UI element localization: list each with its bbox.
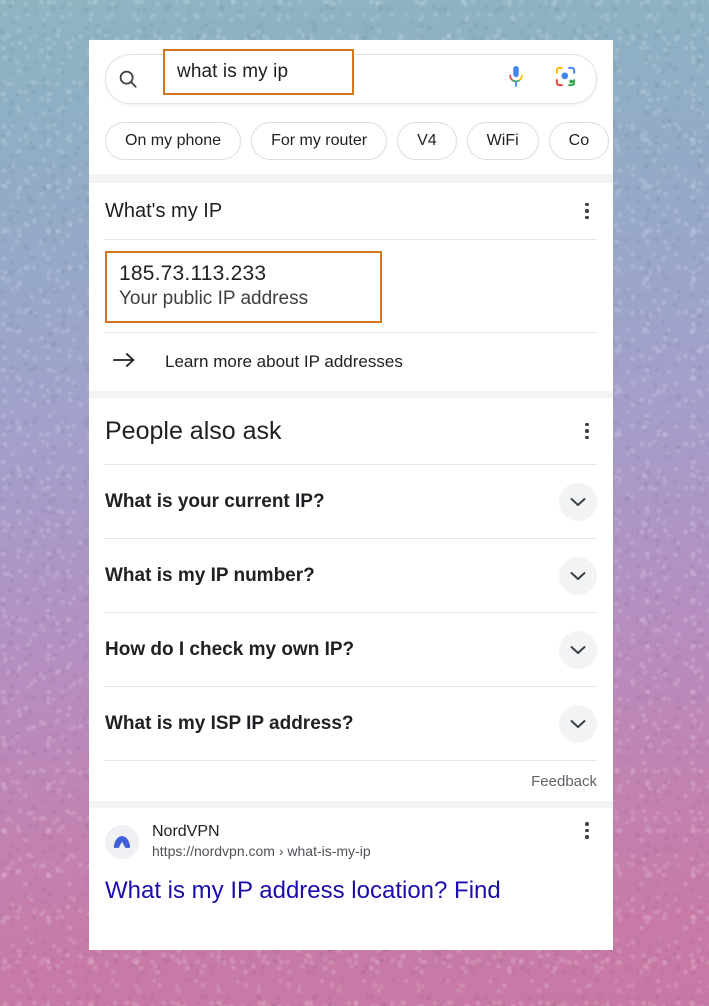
paa-question-label: What is my ISP IP address? bbox=[105, 712, 354, 734]
paa-question-2[interactable]: What is my IP number? bbox=[105, 539, 597, 612]
search-bar[interactable]: what is my ip bbox=[105, 49, 597, 104]
section-divider bbox=[89, 391, 613, 398]
paa-question-label: What is my IP number? bbox=[105, 564, 315, 586]
chip-label: Co bbox=[568, 132, 590, 149]
paa-question-4[interactable]: What is my ISP IP address? bbox=[105, 687, 597, 760]
chevron-down-icon[interactable] bbox=[559, 704, 597, 743]
ip-address-value: 185.73.113.233 bbox=[119, 262, 267, 285]
whats-my-ip-card: What's my IP 185.73.113.233 Your public … bbox=[89, 183, 613, 391]
chevron-down-icon[interactable] bbox=[559, 482, 597, 521]
ip-address-highlight: 185.73.113.233 Your public IP address bbox=[105, 251, 382, 323]
feedback-link[interactable]: Feedback bbox=[531, 773, 597, 790]
result-source-text: NordVPN https://nordvpn.com › what-is-my… bbox=[152, 822, 371, 862]
search-result-nordvpn: NordVPN https://nordvpn.com › what-is-my… bbox=[89, 808, 613, 906]
paa-question-1[interactable]: What is your current IP? bbox=[105, 465, 597, 538]
paa-title: People also ask bbox=[105, 416, 282, 445]
three-dot-menu-icon[interactable] bbox=[577, 202, 597, 220]
card-header: What's my IP bbox=[105, 183, 597, 239]
chip-for-my-router[interactable]: For my router bbox=[251, 122, 388, 160]
search-icon bbox=[106, 68, 150, 90]
search-bar-container: what is my ip bbox=[89, 40, 613, 116]
learn-more-link[interactable]: Learn more about IP addresses bbox=[105, 333, 597, 391]
learn-more-label: Learn more about IP addresses bbox=[165, 352, 403, 371]
paa-question-label: How do I check my own IP? bbox=[105, 638, 355, 660]
chevron-down-icon[interactable] bbox=[559, 630, 597, 669]
paa-question-label: What is your current IP? bbox=[105, 490, 325, 512]
phone-screenshot-card: what is my ip On my phone For my router … bbox=[89, 40, 613, 950]
chip-label: WiFi bbox=[486, 132, 519, 149]
three-dot-menu-icon[interactable] bbox=[577, 822, 597, 839]
feedback-row[interactable]: Feedback bbox=[105, 761, 597, 801]
google-lens-icon[interactable] bbox=[553, 64, 578, 94]
search-query-highlight: what is my ip bbox=[163, 49, 354, 95]
divider bbox=[105, 239, 597, 240]
microphone-icon[interactable] bbox=[505, 64, 527, 95]
result-site-name: NordVPN bbox=[152, 823, 220, 840]
result-header: NordVPN https://nordvpn.com › what-is-my… bbox=[105, 822, 597, 862]
chip-v4[interactable]: V4 bbox=[397, 122, 457, 160]
result-title-link[interactable]: What is my IP address location? Find bbox=[105, 875, 597, 907]
people-also-ask-section: People also ask What is your current IP?… bbox=[89, 398, 613, 801]
nordvpn-logo-icon bbox=[105, 824, 139, 859]
section-divider bbox=[89, 801, 613, 808]
chip-co-truncated[interactable]: Co bbox=[548, 122, 610, 160]
filter-chips-row[interactable]: On my phone For my router V4 WiFi Co bbox=[89, 116, 613, 174]
chevron-down-icon[interactable] bbox=[559, 556, 597, 595]
three-dot-menu-icon[interactable] bbox=[577, 422, 597, 440]
chip-label: For my router bbox=[271, 132, 368, 149]
chip-on-my-phone[interactable]: On my phone bbox=[105, 122, 242, 160]
ip-address-caption: Your public IP address bbox=[119, 288, 309, 309]
search-bar-actions bbox=[505, 64, 578, 95]
chip-wifi[interactable]: WiFi bbox=[466, 122, 539, 160]
chip-label: On my phone bbox=[125, 132, 222, 149]
chip-label: V4 bbox=[417, 132, 437, 149]
result-site-url: https://nordvpn.com › what-is-my-ip bbox=[152, 843, 371, 859]
paa-question-3[interactable]: How do I check my own IP? bbox=[105, 613, 597, 686]
arrow-right-icon bbox=[113, 351, 137, 374]
section-divider bbox=[89, 174, 613, 183]
card-title: What's my IP bbox=[105, 199, 223, 222]
paa-header: People also ask bbox=[105, 398, 597, 464]
result-source[interactable]: NordVPN https://nordvpn.com › what-is-my… bbox=[105, 822, 371, 862]
search-input[interactable]: what is my ip bbox=[177, 61, 288, 83]
